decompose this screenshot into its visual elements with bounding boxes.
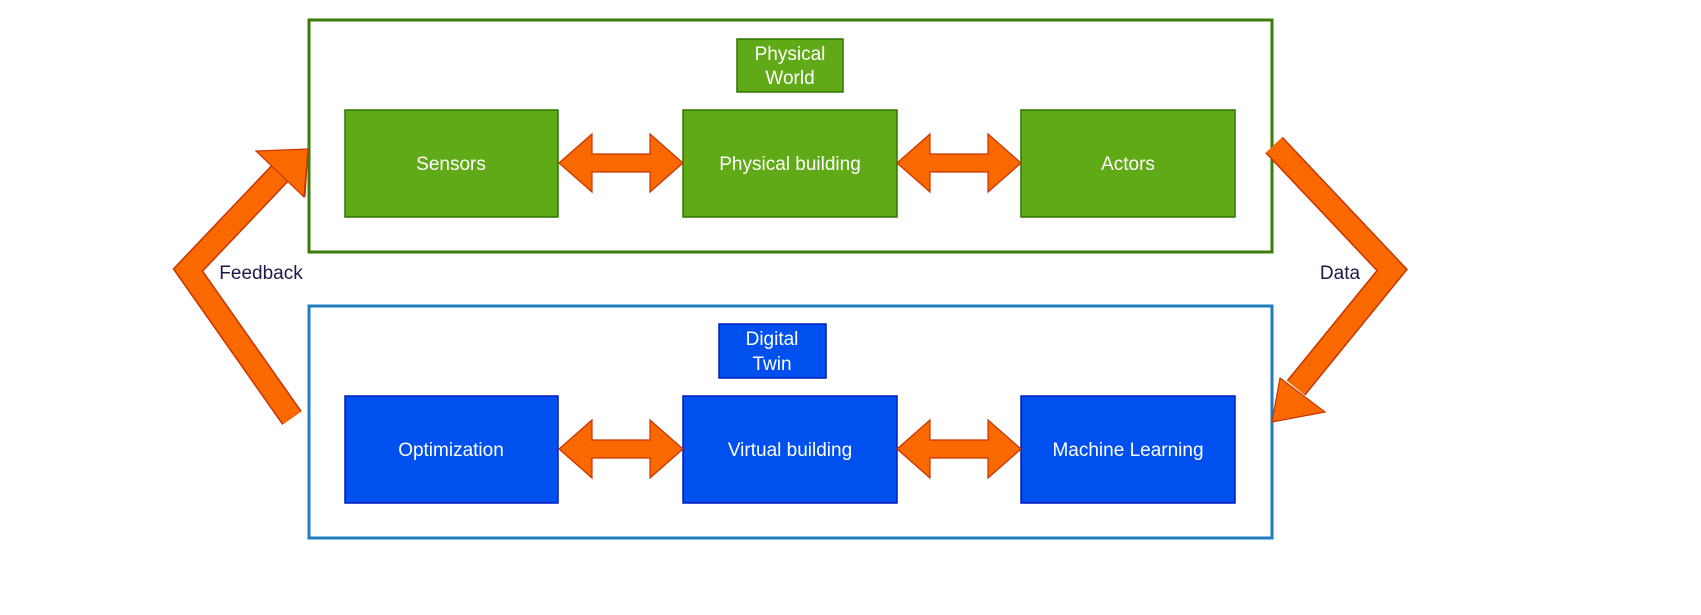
data-label: Data bbox=[1320, 263, 1361, 284]
node-optimization-label: Optimization bbox=[398, 440, 504, 461]
double-arrow-building-actors bbox=[896, 132, 1022, 194]
node-actors: Actors bbox=[1020, 109, 1236, 218]
node-sensors-label: Sensors bbox=[416, 154, 486, 175]
node-actors-label: Actors bbox=[1101, 154, 1155, 175]
double-arrow-optimization-virtual bbox=[558, 418, 684, 480]
physical-world-title-line1: Physical bbox=[755, 44, 826, 65]
digital-twin-title-line2: Twin bbox=[752, 354, 791, 375]
physical-world-title: Physical World bbox=[736, 38, 844, 93]
feedback-label: Feedback bbox=[219, 263, 303, 284]
node-optimization: Optimization bbox=[344, 395, 559, 504]
physical-world-title-line2: World bbox=[765, 68, 814, 89]
node-sensors: Sensors bbox=[344, 109, 559, 218]
double-arrow-sensors-building bbox=[558, 132, 684, 194]
digital-twin-title-line1: Digital bbox=[746, 329, 799, 350]
node-virtual-building: Virtual building bbox=[682, 395, 898, 504]
node-virtual-building-label: Virtual building bbox=[728, 440, 852, 461]
digital-twin-diagram: Physical World Digital Twin Sensors Phys… bbox=[172, 18, 1408, 540]
double-arrow-virtual-ml bbox=[896, 418, 1022, 480]
node-physical-building: Physical building bbox=[682, 109, 898, 218]
digital-twin-title: Digital Twin bbox=[718, 323, 827, 379]
node-machine-learning: Machine Learning bbox=[1020, 395, 1236, 504]
node-machine-learning-label: Machine Learning bbox=[1052, 440, 1203, 461]
node-physical-building-label: Physical building bbox=[719, 154, 861, 175]
